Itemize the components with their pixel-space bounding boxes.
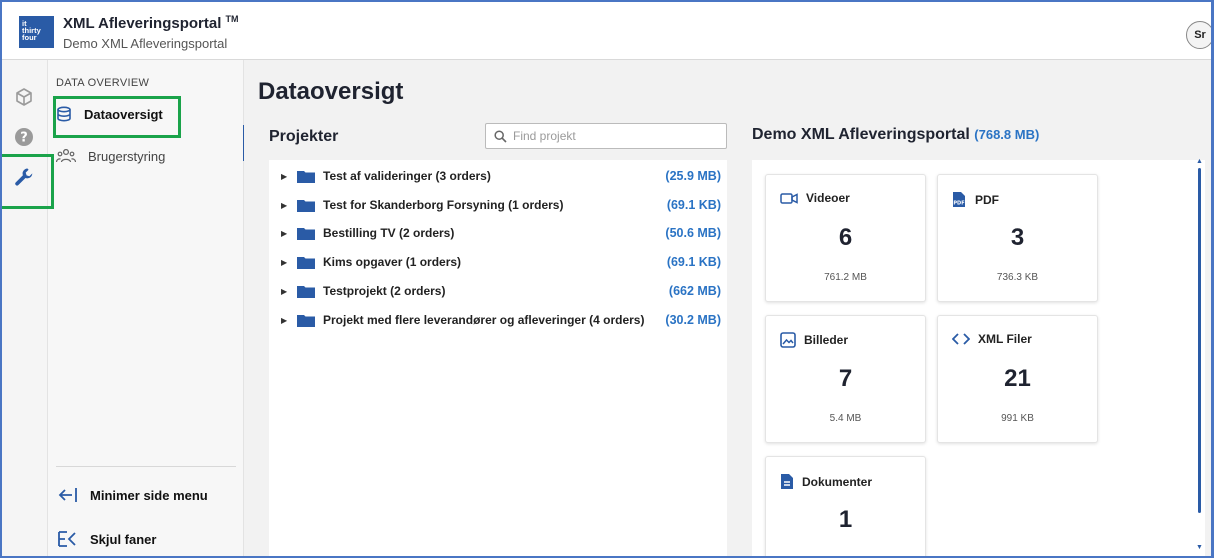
logo-text-line-3: four xyxy=(22,33,37,42)
expand-caret-icon[interactable]: ▶ xyxy=(281,229,293,238)
stat-label-text: Billeder xyxy=(804,333,849,347)
expand-caret-icon[interactable]: ▶ xyxy=(281,258,293,267)
project-row[interactable]: ▶ Kims opgaver (1 orders) (69.1 KB) xyxy=(281,252,721,272)
stat-label-text: Dokumenter xyxy=(802,474,873,489)
folder-icon xyxy=(297,285,315,298)
scroll-down-arrow-icon[interactable]: ▼ xyxy=(1196,544,1203,551)
expand-caret-icon[interactable]: ▶ xyxy=(281,201,293,210)
sidebar-item-brugerstyring[interactable]: Brugerstyring xyxy=(56,143,165,169)
main-content: Dataoversigt Projekter ▶ Test af valider… xyxy=(244,60,1211,558)
stat-card-label: XML Filer xyxy=(952,332,1032,346)
app-title-text: XML Afleveringsportal xyxy=(63,15,222,32)
trademark-mark: TM xyxy=(225,14,239,24)
svg-text:?: ? xyxy=(20,131,28,146)
user-avatar[interactable]: Sr xyxy=(1186,21,1214,49)
projects-title: Projekter xyxy=(269,128,339,145)
project-search-input[interactable] xyxy=(513,129,713,143)
project-row[interactable]: ▶ Testprojekt (2 orders) (662 MB) xyxy=(281,281,721,301)
arrow-left-bar-icon xyxy=(58,488,77,502)
stat-count: 3 xyxy=(1010,224,1025,251)
project-name: Kims opgaver (1 orders) xyxy=(323,255,462,269)
overview-title-text: Demo XML Afleveringsportal xyxy=(752,126,970,143)
stat-size: 991 KB xyxy=(1001,413,1034,424)
help-icon[interactable]: ? xyxy=(13,126,35,148)
minimize-menu-label: Minimer side menu xyxy=(90,487,208,503)
icon-rail: ? xyxy=(0,60,48,558)
scroll-up-arrow-icon[interactable]: ▲ xyxy=(1196,158,1203,165)
stats-panel: Videoer 6 761.2 MB PDF PDF 3 736.3 KB Bi… xyxy=(752,158,1205,558)
project-size: (25.9 MB) xyxy=(665,169,721,183)
stat-label-text: Videoer xyxy=(806,191,850,205)
stat-card-videoer[interactable]: Videoer 6 761.2 MB xyxy=(765,174,926,302)
stat-card-pdf[interactable]: PDF PDF 3 736.3 KB xyxy=(937,174,1098,302)
folder-icon xyxy=(297,199,315,212)
project-size: (30.2 MB) xyxy=(665,313,721,327)
menu-divider xyxy=(56,466,236,467)
wrench-highlight-box xyxy=(0,154,54,209)
hide-tabs-label: Skjul faner xyxy=(90,531,157,547)
project-search[interactable] xyxy=(485,123,727,149)
folder-icon xyxy=(297,227,315,240)
stat-card-dokumenter[interactable]: Dokumenter 1 xyxy=(765,456,926,558)
company-logo[interactable]: it thirty four xyxy=(19,16,54,48)
expand-caret-icon[interactable]: ▶ xyxy=(281,172,293,181)
project-size: (662 MB) xyxy=(668,284,721,298)
image-icon xyxy=(780,332,796,348)
project-name: Bestilling TV (2 orders) xyxy=(323,226,455,240)
project-name: Projekt med flere leverandører og afleve… xyxy=(323,313,645,327)
stat-card-label: Billeder xyxy=(780,332,848,348)
project-name: Test af valideringer (3 orders) xyxy=(323,169,491,183)
project-list-panel: ▶ Test af valideringer (3 orders) (25.9 … xyxy=(269,160,727,558)
stat-count: 1 xyxy=(838,506,853,533)
overview-total-size: (768.8 MB) xyxy=(974,127,1040,142)
vertical-scrollbar[interactable] xyxy=(1198,168,1201,513)
stat-card-billeder[interactable]: Billeder 7 5.4 MB xyxy=(765,315,926,443)
stat-card-label: Videoer xyxy=(780,191,850,205)
project-size: (69.1 KB) xyxy=(666,255,721,269)
stat-count: 21 xyxy=(1004,365,1031,392)
project-name: Testprojekt (2 orders) xyxy=(323,284,446,298)
app-subtitle: Demo XML Afleveringsportal xyxy=(63,36,228,51)
code-icon xyxy=(952,333,970,345)
expand-caret-icon[interactable]: ▶ xyxy=(281,287,293,296)
overview-title: Demo XML Afleveringsportal (768.8 MB) xyxy=(752,126,1039,144)
project-size: (69.1 KB) xyxy=(666,198,721,212)
expand-caret-icon[interactable]: ▶ xyxy=(281,316,293,325)
app-title: XML Afleveringsportal TM xyxy=(63,14,239,32)
users-icon xyxy=(56,149,76,163)
stat-card-label: PDF PDF xyxy=(952,191,999,208)
sidebar-item-label: Brugerstyring xyxy=(88,148,166,164)
stat-size: 736.3 KB xyxy=(996,272,1039,283)
dataoversigt-highlight-box xyxy=(53,96,181,138)
project-row[interactable]: ▶ Bestilling TV (2 orders) (50.6 MB) xyxy=(281,223,721,243)
stat-size: 5.4 MB xyxy=(829,413,862,424)
svg-text:PDF: PDF xyxy=(953,201,964,207)
project-name: Test for Skanderborg Forsyning (1 orders… xyxy=(323,198,564,212)
project-size: (50.6 MB) xyxy=(665,226,721,240)
stat-size: 761.2 MB xyxy=(824,272,867,283)
page-title: Dataoversigt xyxy=(258,78,404,105)
video-icon xyxy=(780,192,798,204)
pdf-icon: PDF xyxy=(953,192,965,207)
stat-label-text: XML Filer xyxy=(978,332,1032,346)
stat-card-label: Dokumenter xyxy=(780,473,872,490)
folder-icon xyxy=(297,256,315,269)
hide-tabs-icon xyxy=(58,531,76,547)
package-icon[interactable] xyxy=(13,86,35,108)
stat-card-xml-filer[interactable]: XML Filer 21 991 KB xyxy=(937,315,1098,443)
section-label: DATA OVERVIEW xyxy=(56,77,150,89)
search-icon xyxy=(494,129,507,143)
hide-tabs-button[interactable]: Skjul faner xyxy=(58,530,156,548)
app-header: it thirty four XML Afleveringsportal TM … xyxy=(0,0,1214,60)
project-row[interactable]: ▶ Test for Skanderborg Forsyning (1 orde… xyxy=(281,195,721,215)
project-row[interactable]: ▶ Projekt med flere leverandører og afle… xyxy=(281,310,721,330)
folder-icon xyxy=(297,314,315,327)
stat-count: 7 xyxy=(838,365,853,392)
stat-label-text: PDF xyxy=(975,192,999,207)
project-row[interactable]: ▶ Test af valideringer (3 orders) (25.9 … xyxy=(281,166,721,186)
folder-icon xyxy=(297,170,315,183)
minimize-menu-button[interactable]: Minimer side menu xyxy=(58,487,208,503)
stat-count: 6 xyxy=(838,224,853,251)
document-icon xyxy=(781,474,793,489)
